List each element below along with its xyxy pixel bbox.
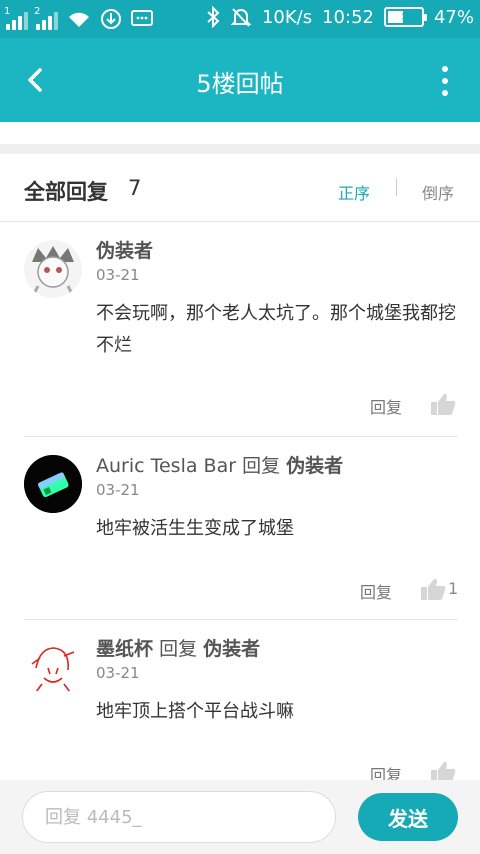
page-title: 5楼回帖 xyxy=(196,70,284,98)
net-speed: 10K/s xyxy=(261,6,313,28)
battery-icon: ⚡ xyxy=(383,7,427,27)
like-thumb-icon[interactable] xyxy=(430,760,456,780)
reply-item: 墨纸杯 回复 伪装者 03-21 地牢顶上搭个平台战斗嘛 回复 xyxy=(0,620,480,780)
sort-descending-button[interactable]: 倒序 xyxy=(422,180,454,204)
like-thumb-icon[interactable] xyxy=(430,392,456,416)
reply-text: 不会玩啊，那个老人太坑了。那个城堡我都挖不烂 xyxy=(96,303,456,356)
reply-input-bar: 发送 xyxy=(0,780,480,854)
avatar[interactable] xyxy=(24,638,82,696)
avatar[interactable] xyxy=(24,240,82,298)
like-count: 1 xyxy=(448,579,459,598)
replies-heading: 全部回复 xyxy=(24,180,108,204)
reply-button[interactable]: 回复 xyxy=(360,579,392,603)
mute-bell-icon xyxy=(230,8,252,27)
reply-input[interactable] xyxy=(22,791,336,843)
previous-content-strip xyxy=(0,122,480,144)
reply-item: 伪装者 03-21 不会玩啊，那个老人太坑了。那个城堡我都挖不烂 回复 xyxy=(0,222,480,436)
reply-target[interactable]: 伪装者 xyxy=(203,638,260,660)
replies-count: 7 xyxy=(128,176,142,200)
signal-sim2-icon: 2 xyxy=(34,6,58,30)
status-bar: 1 2 10K/s 10:52 ⚡ 47% xyxy=(0,0,480,38)
reply-date: 03-21 xyxy=(96,664,140,682)
reply-text: 地牢被活生生变成了城堡 xyxy=(96,518,294,539)
more-options-icon[interactable] xyxy=(440,66,450,96)
avatar[interactable] xyxy=(24,455,82,513)
reply-author-line: 墨纸杯 回复 伪装者 xyxy=(96,634,260,661)
bluetooth-icon xyxy=(207,6,220,28)
replies-header: 全部回复 7 正序 倒序 xyxy=(0,154,480,222)
download-icon xyxy=(101,9,121,29)
section-separator xyxy=(0,144,480,154)
reply-connector: 回复 xyxy=(242,455,281,477)
reply-text: 地牢顶上搭个平台战斗嘛 xyxy=(96,701,294,722)
signal-sim1-icon: 1 xyxy=(4,6,28,30)
title-bar: 5楼回帖 xyxy=(0,38,480,122)
send-button[interactable]: 发送 xyxy=(358,793,458,841)
sort-divider xyxy=(396,178,397,196)
wifi-icon xyxy=(69,12,89,27)
reply-date: 03-21 xyxy=(96,481,140,499)
reply-button[interactable]: 回复 xyxy=(370,762,402,780)
message-icon xyxy=(131,10,153,26)
like-thumb-icon[interactable] xyxy=(420,577,446,601)
reply-item: Auric Tesla Bar 回复 伪装者 03-21 地牢被活生生变成了城堡… xyxy=(0,437,480,619)
reply-button[interactable]: 回复 xyxy=(370,394,402,418)
reply-author-line: Auric Tesla Bar 回复 伪装者 xyxy=(96,451,343,478)
clock: 10:52 xyxy=(322,6,374,28)
battery-percent: 47% xyxy=(433,6,474,28)
reply-target[interactable]: 伪装者 xyxy=(286,455,343,477)
sort-ascending-button[interactable]: 正序 xyxy=(338,180,370,204)
reply-author[interactable]: Auric Tesla Bar xyxy=(96,455,236,477)
reply-author[interactable]: 伪装者 xyxy=(96,236,153,263)
reply-connector: 回复 xyxy=(159,638,198,660)
reply-date: 03-21 xyxy=(96,266,140,284)
reply-author[interactable]: 墨纸杯 xyxy=(96,638,153,660)
